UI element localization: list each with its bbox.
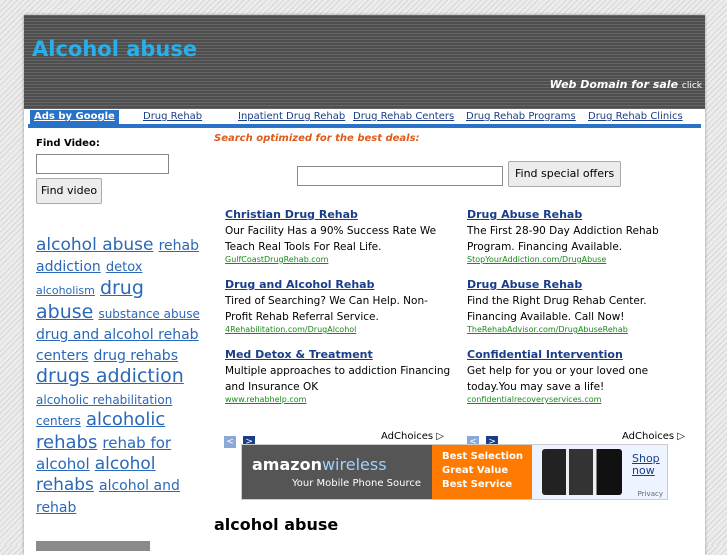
tag-link[interactable]: drug rehabs: [93, 348, 178, 364]
adchoices-link[interactable]: AdChoices ▷: [622, 431, 685, 442]
tag-cloud: alcohol abuse rehab addiction detox alco…: [36, 235, 204, 517]
ad-title[interactable]: Med Detox & Treatment: [225, 348, 455, 361]
ad-unit[interactable]: Christian Drug Rehab Our Facility Has a …: [225, 208, 455, 264]
adbar-link-drug-rehab-clinics[interactable]: Drug Rehab Clinics: [588, 110, 683, 124]
banner-point: Great Value: [442, 465, 509, 476]
search-hint: Search optimized for the best deals:: [214, 133, 420, 144]
ad-title[interactable]: Drug Abuse Rehab: [467, 278, 697, 291]
ad-title[interactable]: Confidential Intervention: [467, 348, 697, 361]
find-video-button[interactable]: Find video: [36, 178, 103, 204]
domain-sale-text: Web Domain for sale: [549, 78, 679, 91]
ad-description: Find the Right Drug Rehab Center. Financ…: [467, 295, 647, 323]
page-heading: alcohol abuse: [214, 515, 339, 534]
amazon-wireless-banner[interactable]: amazonwireless Your Mobile Phone Source …: [241, 444, 668, 500]
tag-link[interactable]: alcoholism: [36, 284, 95, 297]
ad-url[interactable]: confidentialrecoveryservices.com: [467, 395, 697, 404]
sidebar-image: [36, 541, 150, 551]
banner-brand-panel: amazonwireless Your Mobile Phone Source: [242, 445, 432, 499]
tag-link[interactable]: substance abuse: [98, 307, 199, 321]
ad-unit[interactable]: Drug Abuse Rehab Find the Right Drug Reh…: [467, 278, 697, 334]
ad-url[interactable]: TheRehabAdvisor.com/DrugAbuseRehab: [467, 325, 697, 334]
banner-points: Best Selection Great Value Best Service: [432, 445, 532, 499]
find-video-input[interactable]: [36, 154, 169, 174]
find-special-offers-button[interactable]: Find special offers: [508, 161, 622, 187]
click-text: click: [681, 81, 702, 91]
banner-point: Best Service: [442, 479, 513, 490]
adbar-link-drug-rehab-programs[interactable]: Drug Rehab Programs: [466, 110, 576, 124]
shop-now-link[interactable]: Shop now: [632, 453, 667, 477]
amazon-wireless-logo: amazonwireless: [252, 455, 387, 474]
find-video-panel: Find Video: Find video: [36, 138, 206, 204]
page-container: Alcohol abuse Web Domain for sale click …: [24, 15, 705, 555]
privacy-link[interactable]: Privacy: [638, 490, 663, 498]
ad-description: The First 28-90 Day Addiction Rehab Prog…: [467, 225, 659, 253]
ad-unit[interactable]: Confidential Intervention Get help for y…: [467, 348, 697, 404]
prev-arrow-icon[interactable]: <: [224, 436, 236, 448]
site-header: Alcohol abuse Web Domain for sale click: [24, 15, 705, 109]
banner-point: Best Selection: [442, 451, 523, 462]
adbar-link-drug-rehab[interactable]: Drug Rehab: [143, 110, 202, 124]
banner-tagline: Your Mobile Phone Source: [292, 478, 422, 489]
ad-url[interactable]: GulfCoastDrugRehab.com: [225, 255, 455, 264]
ad-title[interactable]: Drug and Alcohol Rehab: [225, 278, 455, 291]
adbar-link-inpatient-drug-rehab[interactable]: Inpatient Drug Rehab: [238, 110, 345, 124]
ad-title[interactable]: Christian Drug Rehab: [225, 208, 455, 221]
ad-description: Tired of Searching? We Can Help. Non-Pro…: [225, 295, 428, 323]
ad-url[interactable]: 4Rehabilitation.com/DrugAlcohol: [225, 325, 455, 334]
phones-image: [542, 449, 622, 495]
adbar-link-drug-rehab-centers[interactable]: Drug Rehab Centers: [353, 110, 454, 124]
ad-description: Our Facility Has a 90% Success Rate We T…: [225, 225, 437, 253]
ad-link-bar-inner: Ads by Google Drug Rehab Inpatient Drug …: [28, 110, 701, 124]
ad-unit[interactable]: Med Detox & Treatment Multiple approache…: [225, 348, 455, 404]
ad-title[interactable]: Drug Abuse Rehab: [467, 208, 697, 221]
tag-link[interactable]: drugs addiction: [36, 365, 184, 387]
brand-name: amazon: [252, 455, 322, 474]
ad-unit[interactable]: Drug Abuse Rehab The First 28-90 Day Add…: [467, 208, 697, 264]
site-title[interactable]: Alcohol abuse: [32, 37, 197, 61]
ad-link-bar: Ads by Google Drug Rehab Inpatient Drug …: [28, 110, 701, 128]
deal-search-input[interactable]: [297, 166, 503, 186]
ad-description: Multiple approaches to addiction Financi…: [225, 365, 451, 393]
adchoices-link[interactable]: AdChoices ▷: [381, 431, 444, 442]
tag-link[interactable]: detox: [106, 260, 143, 275]
ad-description: Get help for you or your loved one today…: [467, 365, 649, 393]
brand-suffix: wireless: [321, 455, 387, 474]
domain-for-sale-link[interactable]: Web Domain for sale click: [550, 78, 702, 91]
ad-url[interactable]: StopYourAddiction.com/DrugAbuse: [467, 255, 697, 264]
ad-url[interactable]: www.rehabhelp.com: [225, 395, 455, 404]
ad-unit[interactable]: Drug and Alcohol Rehab Tired of Searchin…: [225, 278, 455, 334]
tag-link[interactable]: alcohol abuse: [36, 235, 154, 255]
ads-by-google-link[interactable]: Ads by Google: [30, 110, 119, 124]
find-video-label: Find Video:: [36, 138, 100, 149]
